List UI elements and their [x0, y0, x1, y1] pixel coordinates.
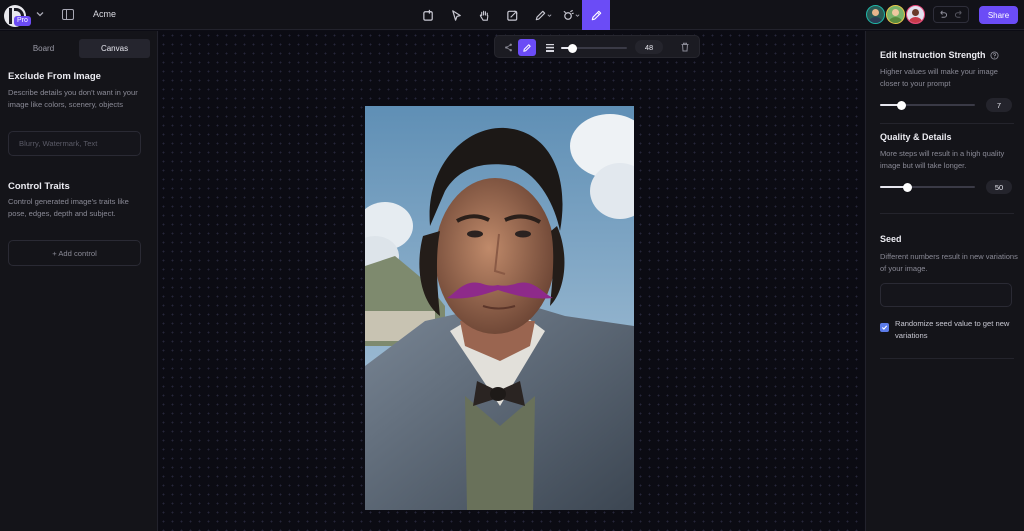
history-controls [933, 6, 969, 23]
slider-knob[interactable] [897, 100, 907, 110]
brush-toolbar: 48 [494, 35, 700, 58]
chevron-down-icon[interactable] [36, 10, 44, 18]
redo-icon[interactable] [955, 10, 964, 19]
image-edit-tool[interactable] [498, 0, 526, 30]
canvas-image[interactable] [365, 106, 634, 510]
top-bar: Pro Acme Share [0, 0, 1024, 30]
strength-value[interactable]: 7 [986, 98, 1012, 112]
quality-title: Quality & Details [880, 132, 952, 142]
pen-icon [523, 43, 531, 52]
pen-tool[interactable] [526, 0, 554, 30]
tab-board[interactable]: Board [8, 39, 79, 58]
pro-badge: Pro [14, 16, 31, 26]
strength-title-row: Edit Instruction Strength [880, 50, 999, 60]
seed-input[interactable] [881, 284, 1011, 306]
effects-tool[interactable] [554, 0, 582, 30]
brush-effects-icon [563, 9, 574, 20]
left-panel: Board Canvas Exclude From Image Describe… [0, 31, 158, 531]
frame-tool[interactable] [414, 0, 442, 30]
pen-icon [535, 10, 545, 20]
quality-value[interactable]: 50 [986, 180, 1012, 194]
undo-icon[interactable] [938, 10, 947, 19]
chevron-down-icon[interactable] [547, 13, 552, 18]
portrait-image [365, 106, 634, 510]
brush-size-icon [544, 41, 556, 53]
chevron-down-icon[interactable] [575, 13, 580, 18]
workspace-name[interactable]: Acme [93, 9, 116, 19]
divider [880, 358, 1014, 359]
right-panel: Edit Instruction Strength Higher values … [865, 31, 1024, 531]
share-nodes-icon[interactable] [502, 41, 514, 53]
tool-strip [414, 0, 610, 30]
pan-tool[interactable] [470, 0, 498, 30]
negative-prompt-field [8, 131, 141, 156]
select-tool[interactable] [442, 0, 470, 30]
exclude-description: Describe details you don't want in your … [8, 88, 138, 109]
quality-slider[interactable] [880, 182, 975, 192]
control-description: Control generated image's traits like po… [8, 197, 129, 218]
view-tabs: Board Canvas [8, 39, 150, 58]
add-control-button[interactable]: + Add control [8, 240, 141, 266]
divider [880, 213, 1014, 214]
help-icon[interactable] [989, 50, 999, 60]
seed-field [880, 283, 1012, 307]
slider-knob[interactable] [568, 43, 578, 53]
strength-description: Higher values will make your image close… [880, 67, 998, 88]
exclude-title: Exclude From Image [8, 71, 101, 82]
tab-canvas[interactable]: Canvas [79, 39, 150, 58]
brush-pen-button[interactable] [518, 39, 536, 56]
seed-description: Different numbers result in new variatio… [880, 252, 1018, 273]
frame-icon [422, 9, 433, 21]
inpaint-tool[interactable] [582, 0, 610, 30]
strength-slider[interactable] [880, 100, 975, 110]
collaborator-avatar[interactable] [906, 5, 925, 24]
brush-size-slider[interactable] [561, 43, 627, 53]
strength-title: Edit Instruction Strength [880, 50, 986, 60]
quality-description: More steps will result in a high quality… [880, 149, 1005, 170]
canvas-area[interactable]: 48 [159, 31, 864, 531]
trash-icon[interactable] [679, 41, 691, 53]
checkmark-icon [881, 325, 888, 330]
collaborator-avatar[interactable] [886, 5, 905, 24]
slider-knob[interactable] [903, 182, 913, 192]
collaborator-avatar[interactable] [866, 5, 885, 24]
divider [880, 123, 1014, 124]
sidebar-toggle-icon[interactable] [62, 9, 74, 20]
randomize-seed-label[interactable]: Randomize seed value to get new variatio… [895, 318, 1015, 341]
inpaint-pen-icon [591, 10, 601, 20]
seed-title: Seed [880, 234, 902, 244]
image-edit-icon [506, 9, 518, 21]
randomize-seed-checkbox[interactable] [880, 323, 889, 332]
hand-icon [479, 10, 488, 21]
share-button[interactable]: Share [979, 6, 1018, 24]
control-title: Control Traits [8, 181, 70, 192]
brush-size-value[interactable]: 48 [635, 40, 663, 54]
pointer-icon [451, 9, 461, 21]
negative-prompt-input[interactable] [9, 132, 140, 155]
